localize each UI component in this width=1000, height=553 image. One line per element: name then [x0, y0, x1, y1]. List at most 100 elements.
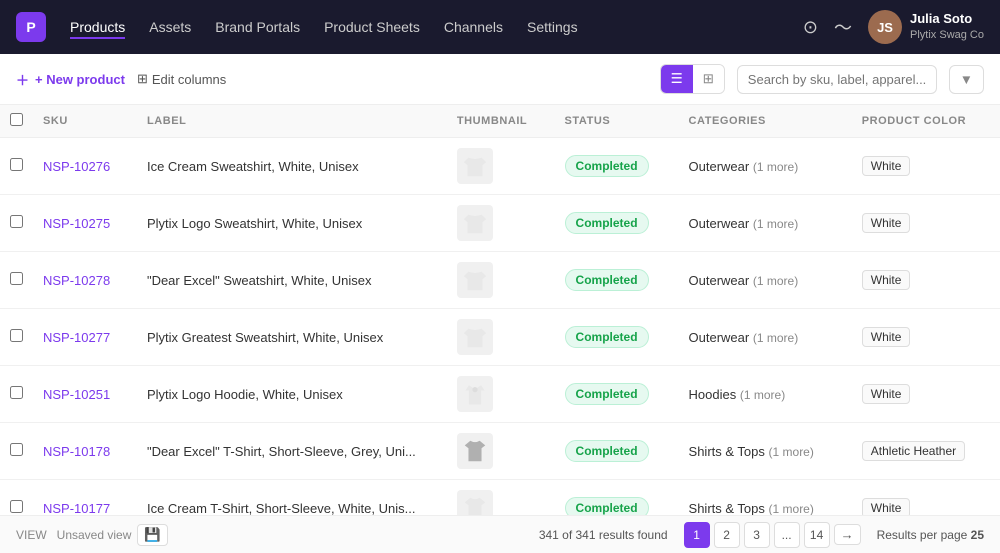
edit-columns-button[interactable]: ⊞ Edit columns	[137, 71, 226, 87]
products-table-wrap: SKU LABEL THUMBNAIL STATUS CATEGORIES PR…	[0, 105, 1000, 515]
status-badge: Completed	[565, 497, 649, 515]
row-checkbox[interactable]	[10, 215, 23, 228]
header-sku: SKU	[33, 105, 137, 138]
sku-link[interactable]: NSP-10277	[43, 330, 110, 345]
row-checkbox[interactable]	[10, 329, 23, 342]
result-count: 341 of 341 results found	[539, 528, 668, 542]
row-product-color: White	[852, 480, 1000, 516]
user-org: Plytix Swag Co	[910, 28, 984, 42]
thumbnail-image	[457, 262, 493, 298]
color-badge: White	[862, 156, 911, 176]
plus-icon: ＋	[16, 70, 29, 89]
row-sku: NSP-10277	[33, 309, 137, 366]
row-categories: Hoodies (1 more)	[679, 366, 852, 423]
pagination: 1 2 3 ... 14 →	[684, 522, 861, 548]
analytics-icon[interactable]: 〜	[834, 14, 852, 40]
page-2-button[interactable]: 2	[714, 522, 740, 548]
user-menu[interactable]: JS Julia Soto Plytix Swag Co	[868, 10, 984, 44]
status-badge: Completed	[565, 269, 649, 291]
row-sku: NSP-10178	[33, 423, 137, 480]
nav-settings[interactable]: Settings	[527, 15, 578, 39]
filter-button[interactable]: ▼	[949, 65, 984, 94]
row-categories: Outerwear (1 more)	[679, 309, 852, 366]
row-label: Plytix Logo Sweatshirt, White, Unisex	[137, 195, 447, 252]
table-row: NSP-10178 "Dear Excel" T-Shirt, Short-Sl…	[0, 423, 1000, 480]
view-toggle: ☰ ⊞	[660, 64, 725, 94]
row-sku: NSP-10276	[33, 138, 137, 195]
sku-link[interactable]: NSP-10178	[43, 444, 110, 459]
search-input[interactable]	[737, 65, 937, 94]
page-14-button[interactable]: 14	[804, 522, 830, 548]
color-badge: White	[862, 498, 911, 515]
sku-link[interactable]: NSP-10177	[43, 501, 110, 516]
row-checkbox-cell	[0, 195, 33, 252]
grid-view-button[interactable]: ⊞	[693, 65, 724, 93]
category-more: (1 more)	[769, 502, 814, 516]
row-thumbnail	[447, 309, 555, 366]
avatar: JS	[868, 10, 902, 44]
row-product-color: Athletic Heather	[852, 423, 1000, 480]
nav-product-sheets[interactable]: Product Sheets	[324, 15, 420, 39]
sku-link[interactable]: NSP-10251	[43, 387, 110, 402]
new-product-button[interactable]: ＋ + New product	[16, 70, 125, 89]
list-view-button[interactable]: ☰	[661, 65, 693, 93]
sku-link[interactable]: NSP-10276	[43, 159, 110, 174]
row-label: Plytix Logo Hoodie, White, Unisex	[137, 366, 447, 423]
row-checkbox[interactable]	[10, 386, 23, 399]
row-checkbox[interactable]	[10, 158, 23, 171]
table-row: NSP-10251 Plytix Logo Hoodie, White, Uni…	[0, 366, 1000, 423]
category-name: Outerwear	[689, 330, 750, 345]
page-ellipsis: ...	[774, 522, 800, 548]
help-icon[interactable]: ⊙	[803, 17, 818, 38]
row-status: Completed	[555, 138, 679, 195]
row-product-color: White	[852, 366, 1000, 423]
page-3-button[interactable]: 3	[744, 522, 770, 548]
table-row: NSP-10275 Plytix Logo Sweatshirt, White,…	[0, 195, 1000, 252]
select-all-checkbox[interactable]	[10, 113, 23, 126]
nav-brand-portals[interactable]: Brand Portals	[215, 15, 300, 39]
table-footer: VIEW Unsaved view 💾 341 of 341 results f…	[0, 515, 1000, 553]
page-1-button[interactable]: 1	[684, 522, 710, 548]
header-status: STATUS	[555, 105, 679, 138]
row-checkbox[interactable]	[10, 272, 23, 285]
row-status: Completed	[555, 480, 679, 516]
row-checkbox-cell	[0, 480, 33, 516]
header-label: LABEL	[137, 105, 447, 138]
view-text: VIEW	[16, 528, 47, 542]
category-name: Shirts & Tops	[689, 501, 765, 516]
status-badge: Completed	[565, 383, 649, 405]
header-thumbnail: THUMBNAIL	[447, 105, 555, 138]
color-badge: White	[862, 213, 911, 233]
sku-link[interactable]: NSP-10278	[43, 273, 110, 288]
nav-assets[interactable]: Assets	[149, 15, 191, 39]
row-sku: NSP-10251	[33, 366, 137, 423]
row-product-color: White	[852, 309, 1000, 366]
thumbnail-image	[457, 490, 493, 515]
category-name: Hoodies	[689, 387, 737, 402]
sku-link[interactable]: NSP-10275	[43, 216, 110, 231]
header-checkbox	[0, 105, 33, 138]
table-row: NSP-10278 "Dear Excel" Sweatshirt, White…	[0, 252, 1000, 309]
color-badge: Athletic Heather	[862, 441, 965, 461]
category-name: Outerwear	[689, 273, 750, 288]
save-view-button[interactable]: 💾	[137, 524, 168, 546]
row-checkbox[interactable]	[10, 443, 23, 456]
edit-columns-label: Edit columns	[152, 72, 226, 87]
products-table: SKU LABEL THUMBNAIL STATUS CATEGORIES PR…	[0, 105, 1000, 515]
row-sku: NSP-10275	[33, 195, 137, 252]
row-label: Ice Cream Sweatshirt, White, Unisex	[137, 138, 447, 195]
row-checkbox-cell	[0, 423, 33, 480]
row-categories: Shirts & Tops (1 more)	[679, 423, 852, 480]
thumbnail-image	[457, 376, 493, 412]
status-badge: Completed	[565, 212, 649, 234]
row-thumbnail	[447, 252, 555, 309]
nav-channels[interactable]: Channels	[444, 15, 503, 39]
new-product-label: + New product	[35, 72, 125, 87]
nav-products[interactable]: Products	[70, 15, 125, 39]
row-product-color: White	[852, 195, 1000, 252]
color-badge: White	[862, 270, 911, 290]
row-checkbox[interactable]	[10, 500, 23, 513]
row-product-color: White	[852, 252, 1000, 309]
row-status: Completed	[555, 366, 679, 423]
next-page-button[interactable]: →	[834, 524, 861, 545]
